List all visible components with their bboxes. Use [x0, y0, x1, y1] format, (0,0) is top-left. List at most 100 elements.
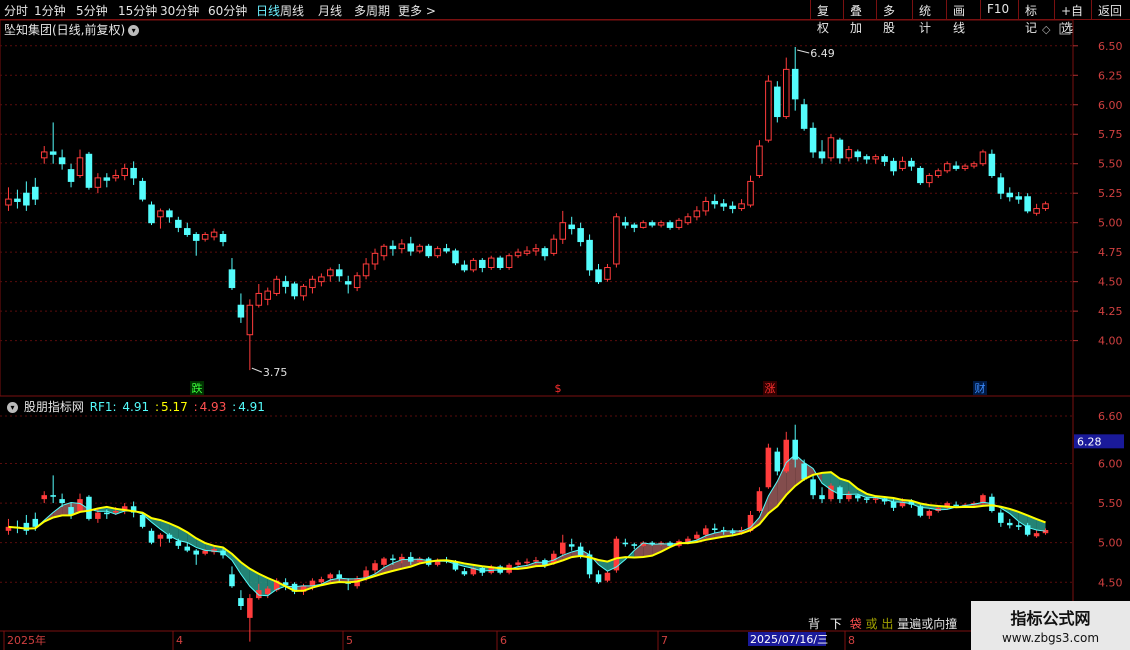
candle-body-99 [890, 160, 897, 172]
period-tab-3[interactable]: 15分钟 [118, 2, 157, 19]
price-axis-label-2: 6.00 [1098, 99, 1123, 112]
candle-body-43 [389, 245, 397, 250]
candle-body-88 [791, 68, 799, 100]
period-tab-8[interactable]: 月线 [318, 2, 342, 19]
ind-candle-body-79 [711, 528, 718, 530]
candle-body-27 [246, 304, 254, 336]
toolbar-button-8[interactable]: 返回 [1091, 0, 1130, 19]
candle-body-69 [622, 222, 629, 226]
candle-body-106 [952, 165, 960, 169]
watermark: 指标公式网 www.zbgs3.com [971, 601, 1130, 650]
price-axis-label-10: 4.00 [1098, 335, 1123, 348]
candle-body-70 [631, 224, 638, 228]
period-tab-2[interactable]: 5分钟 [76, 2, 108, 19]
indicator-dropdown-icon[interactable]: ▾ [7, 402, 18, 413]
price-axis-label-9: 4.25 [1098, 305, 1123, 318]
period-tab-9[interactable]: 多周期 [354, 2, 390, 19]
toolbar-button-3[interactable]: 统计 [912, 0, 946, 35]
candle-body-110 [988, 153, 996, 177]
candle-body-62 [559, 222, 567, 240]
toolbar-button-4[interactable]: 画线 [946, 0, 980, 35]
candle-body-19 [175, 219, 182, 228]
candle-body-28 [255, 292, 263, 306]
toolbar-button-7[interactable]: +自选 [1054, 0, 1091, 35]
candle-body-114 [1024, 196, 1031, 212]
candle-body-59 [532, 248, 540, 252]
period-tab-4[interactable]: 30分钟 [160, 2, 199, 19]
candle-body-102 [917, 167, 924, 184]
candle-body-81 [729, 205, 736, 210]
toolbar-button-5[interactable]: F10 [980, 0, 1018, 19]
date-label-1: 4 [176, 634, 183, 647]
ind-candle-body-4 [41, 495, 48, 500]
toolbar-button-1[interactable]: 叠加 [843, 0, 876, 35]
rf1-label: RF1: [89, 400, 117, 414]
candle-body-64 [577, 228, 584, 243]
ind-candle-body-62 [559, 542, 566, 554]
ind-candle-body-84 [756, 491, 763, 511]
event-marker-3: 财 [975, 381, 986, 395]
period-tab-0[interactable]: 分时 [4, 2, 28, 19]
ind-candle-body-115 [1033, 533, 1040, 537]
candle-body-97 [872, 156, 879, 160]
ind-axis-label-4: 4.50 [1098, 576, 1123, 589]
ind-candle-body-106 [953, 504, 959, 507]
price-axis-label-7: 4.75 [1098, 246, 1123, 259]
candle-body-104 [934, 170, 942, 177]
candle-body-44 [398, 243, 406, 250]
candle-body-39 [353, 275, 361, 289]
annotation-overlap-text: 量遍或向撞 [897, 617, 958, 631]
toolbar-button-2[interactable]: 多股 [876, 0, 912, 35]
period-tab-10[interactable]: 更多 > [398, 2, 436, 19]
ind-candle-body-42 [381, 558, 387, 565]
candle-body-40 [362, 263, 370, 277]
ind-candle-body-5 [50, 495, 56, 497]
candle-body-45 [407, 243, 415, 252]
toolbar-button-0[interactable]: 复权 [810, 0, 843, 35]
candle-body-90 [809, 127, 817, 153]
toolbar-button-6[interactable]: 标记 [1018, 0, 1054, 35]
price-axis-label-0: 6.50 [1098, 40, 1123, 53]
candle-body-18 [166, 210, 173, 218]
candle-body-14 [130, 167, 137, 179]
candle-body-61 [550, 238, 558, 254]
candle-body-1 [14, 198, 21, 202]
ind-candle-body-20 [184, 546, 191, 551]
low-marker-line [251, 367, 263, 373]
candle-body-33 [300, 285, 307, 297]
candle-body-35 [318, 276, 325, 283]
candle-body-67 [604, 267, 611, 280]
period-tab-1[interactable]: 1分钟 [34, 2, 66, 19]
price-axis-label-5: 5.25 [1098, 187, 1123, 200]
candle-body-72 [648, 222, 656, 226]
period-tab-7[interactable]: 周线 [280, 2, 304, 19]
candle-body-30 [273, 278, 280, 294]
candle-body-11 [103, 177, 111, 181]
ind-candle-body-95 [855, 495, 861, 499]
ind-axis-label-3: 5.00 [1098, 537, 1123, 550]
kline-chart[interactable]: 6.50 6.25 6.00 5.75 5.50 5.25 5.00 4.75 4.50 4.25… [0, 20, 1130, 650]
ind-candle-body-25 [229, 574, 235, 587]
candle-body-115 [1033, 208, 1040, 214]
candle-body-53 [479, 259, 486, 269]
ind-candle-body-57 [515, 562, 521, 565]
annotation-1: 背 [808, 617, 821, 631]
event-marker-0: 跌 [192, 381, 203, 395]
period-tab-6[interactable]: 日线 [256, 2, 280, 19]
candle-body-96 [863, 156, 870, 160]
ind-candle-body-77 [694, 534, 700, 539]
candle-body-3 [32, 186, 39, 200]
ind-candle-body-66 [595, 574, 602, 583]
event-marker-1: $ [555, 382, 562, 395]
candle-body-63 [568, 224, 575, 230]
period-tab-5[interactable]: 60分钟 [208, 2, 247, 19]
ind-candle-body-6 [59, 499, 65, 504]
price-axis-label-3: 5.75 [1098, 128, 1123, 141]
candle-body-42 [380, 245, 388, 257]
main-panel-frame [0, 20, 1074, 397]
date-label-0: 2025年 [7, 633, 46, 647]
ind-candle-body-15 [139, 514, 146, 527]
ind-candle-body-111 [998, 512, 1004, 523]
candle-body-29 [264, 290, 272, 300]
candle-body-2 [23, 192, 30, 206]
